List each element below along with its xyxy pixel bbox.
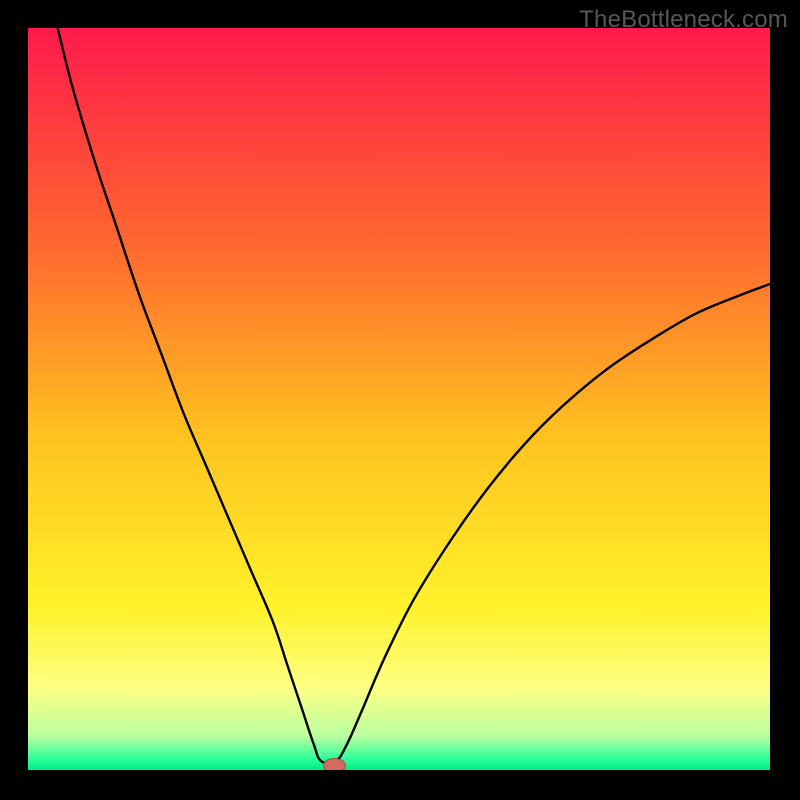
chart-background xyxy=(28,28,770,770)
optimal-point-marker xyxy=(323,759,345,770)
watermark-text: TheBottleneck.com xyxy=(579,6,788,34)
chart-frame: TheBottleneck.com xyxy=(0,0,800,800)
bottleneck-chart xyxy=(28,28,770,770)
